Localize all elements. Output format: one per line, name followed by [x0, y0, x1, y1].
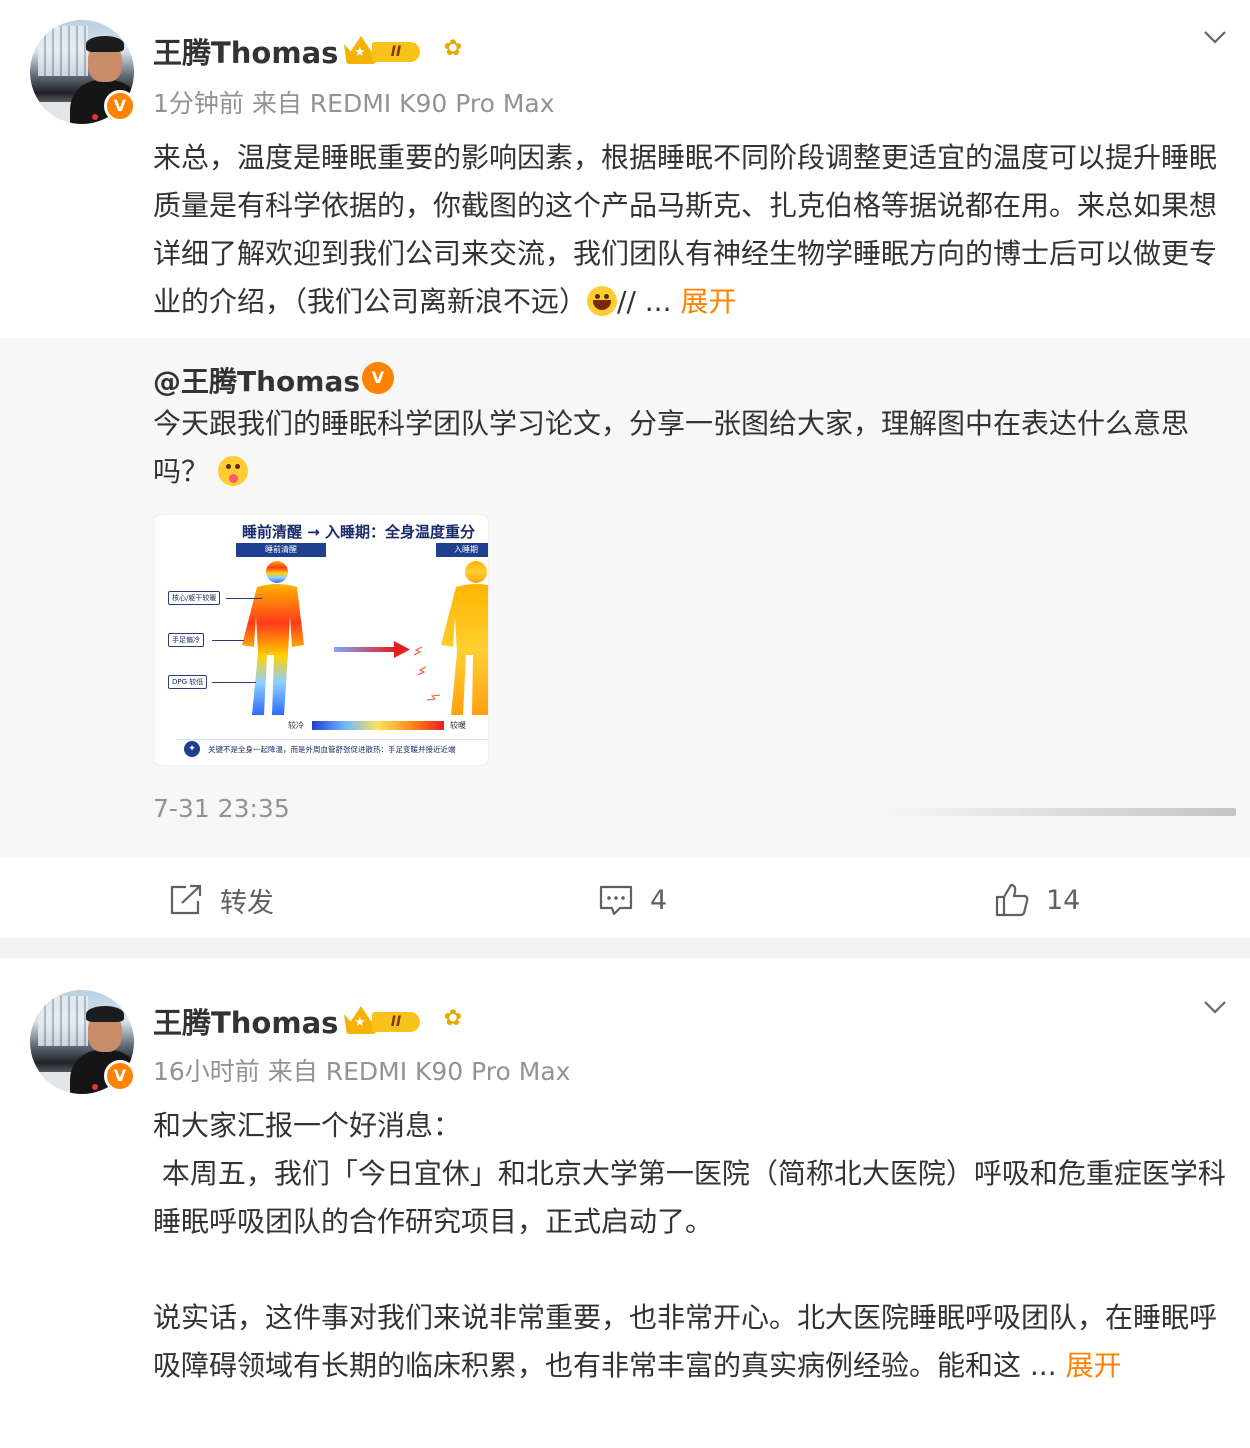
scale-cold-label: 较冷	[288, 721, 304, 730]
post-meta: 1分钟前 来自 REDMI K90 Pro Max	[153, 89, 555, 118]
username[interactable]: 王腾Thomas	[153, 30, 338, 72]
avatar[interactable]: V	[30, 990, 136, 1094]
repost-label: 转发	[220, 887, 274, 919]
repost-time: 7-31 23:35	[153, 794, 290, 823]
repost-button[interactable]: 转发	[168, 880, 274, 920]
comment-count: 4	[650, 884, 668, 916]
post-meta: 16小时前 来自 REDMI K90 Pro Max	[153, 1057, 571, 1086]
post-text-tail: // ...	[617, 285, 681, 318]
level-label: II	[372, 42, 420, 62]
verified-badge-icon: V	[362, 362, 394, 394]
tongue-emoji-icon	[217, 456, 248, 486]
repost-fade-bar	[880, 808, 1236, 816]
repost-image[interactable]: 睡前清醒 → 入睡期：全身温度重分 睡前清醒 入睡期 核心/躯干较暖 手足偏冷 …	[153, 514, 489, 766]
post-paragraph-text: 说实话，这件事对我们来说非常重要，也非常开心。北大医院睡眠呼吸团队，在睡眠呼吸障…	[153, 1301, 1218, 1382]
like-count: 14	[1046, 884, 1081, 916]
crown-level-icon[interactable]: ★ II	[344, 36, 422, 64]
repost-card[interactable]: @王腾Thomas V 今天跟我们的睡眠科学团队学习论文，分享一张图给大家，理解…	[0, 338, 1250, 858]
post-content: 和大家汇报一个好消息： 本周五，我们「今日宜休」和北京大学第一医院（简称北大医院…	[153, 1102, 1236, 1390]
expand-link[interactable]: 展开	[1066, 1349, 1122, 1382]
like-button[interactable]: 14	[994, 880, 1080, 920]
diagram-label-dpg: DPG 较低	[168, 675, 208, 689]
verified-badge-icon: V	[104, 1060, 136, 1092]
diagram-footer: 关键不是全身一起降温，而是外周血管舒张促进散热：手足变暖并接近近端	[176, 739, 488, 759]
repost-text-content: 今天跟我们的睡眠科学团队学习论文，分享一张图给大家，理解图中在表达什么意思吗？	[153, 407, 1190, 488]
comment-icon	[599, 885, 633, 916]
diagram-label-core: 核心/躯干较暖	[168, 591, 221, 605]
post-paragraph: 本周五，我们「今日宜休」和北京大学第一医院（简称北大医院）呼吸和危重症医学科睡眠…	[153, 1157, 1226, 1238]
post-paragraph: 和大家汇报一个好消息：	[153, 1109, 462, 1142]
repost-username[interactable]: @王腾Thomas	[153, 360, 360, 400]
chevron-down-icon[interactable]	[1202, 994, 1228, 1020]
post-paragraph: 说实话，这件事对我们来说非常重要，也非常开心。北大医院睡眠呼吸团队，在睡眠呼吸障…	[153, 1294, 1236, 1390]
feed-post: V 王腾Thomas ★ II ✿ 1分钟前 来自 REDMI K90 Pro …	[0, 0, 1250, 938]
sunflower-icon[interactable]: ✿	[440, 36, 466, 62]
sunflower-icon[interactable]: ✿	[440, 1006, 466, 1032]
action-bar: 转发 4 14	[0, 858, 1250, 938]
feed-separator	[0, 938, 1250, 958]
status-dot	[92, 114, 98, 120]
like-icon	[995, 883, 1029, 917]
level-label: II	[372, 1012, 420, 1032]
diagram-title: 睡前清醒 → 入睡期：全身温度重分	[242, 523, 476, 541]
scale-warm-label: 较暖	[450, 721, 466, 730]
chevron-down-icon[interactable]	[1202, 24, 1228, 50]
body-temperature-figures	[242, 561, 488, 715]
post-content: 来总，温度是睡眠重要的影响因素，根据睡眠不同阶段调整更适宜的温度可以提升睡眠质量…	[153, 134, 1236, 326]
comment-button[interactable]: 4	[598, 880, 667, 920]
repost-icon	[170, 884, 202, 915]
username[interactable]: 王腾Thomas	[153, 1000, 338, 1042]
feed-post: V 王腾Thomas ★ II ✿ 16小时前 来自 REDMI K90 Pro…	[0, 958, 1250, 1448]
expand-link[interactable]: 展开	[680, 285, 736, 318]
status-dot	[92, 1084, 98, 1090]
temperature-scale-bar	[312, 721, 444, 730]
crown-level-icon[interactable]: ★ II	[344, 1006, 422, 1034]
laughing-emoji-icon	[587, 286, 618, 316]
avatar[interactable]: V	[30, 20, 136, 124]
verified-badge-icon: V	[104, 90, 136, 122]
repost-text: 今天跟我们的睡眠科学团队学习论文，分享一张图给大家，理解图中在表达什么意思吗？	[153, 400, 1213, 496]
diagram-label-limbs: 手足偏冷	[168, 633, 204, 647]
